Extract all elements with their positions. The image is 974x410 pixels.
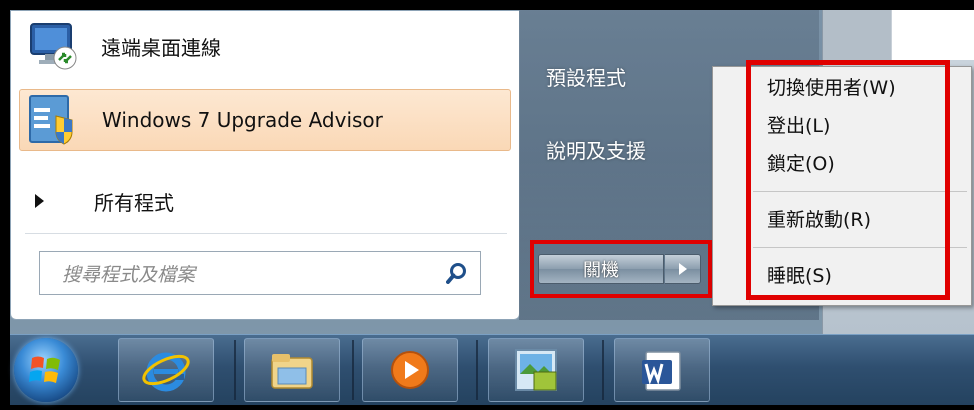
remote-desktop-icon: [27, 20, 79, 72]
start-button[interactable]: [14, 338, 78, 402]
taskbar-separator: [602, 340, 604, 400]
taskbar-internet-explorer[interactable]: [118, 338, 214, 402]
word-icon: [642, 351, 681, 391]
shutdown-highlight-box: [530, 240, 712, 298]
search-input[interactable]: 搜尋程式及檔案: [39, 251, 481, 295]
taskbar-separator: [234, 340, 236, 400]
windows-logo-icon: [29, 356, 60, 383]
media-player-icon: [391, 351, 429, 389]
program-item-remote-desktop[interactable]: 遠端桌面連線: [19, 15, 511, 77]
background-window-content: [891, 10, 974, 61]
program-label: 遠端桌面連線: [101, 35, 221, 60]
start-menu-programs-panel: 遠端桌面連線 Windows 7 Upgrade Advisor 所有程式 搜尋…: [10, 10, 520, 320]
taskbar-separator: [352, 340, 354, 400]
photo-app-icon: [515, 349, 557, 391]
taskbar-word[interactable]: [614, 338, 710, 402]
help-support-link[interactable]: 說明及支援: [546, 135, 646, 164]
windows-explorer-icon: [271, 354, 313, 389]
search-icon[interactable]: [446, 262, 468, 284]
taskbar-separator: [476, 340, 478, 400]
upgrade-advisor-icon: [28, 94, 80, 146]
taskbar-media-player[interactable]: [362, 338, 458, 402]
program-item-upgrade-advisor[interactable]: Windows 7 Upgrade Advisor: [19, 89, 511, 151]
internet-explorer-icon: [142, 352, 190, 392]
taskbar-windows-explorer[interactable]: [244, 338, 340, 402]
program-label: Windows 7 Upgrade Advisor: [102, 108, 383, 132]
separator: [25, 233, 507, 234]
all-programs-button[interactable]: 所有程式: [29, 181, 509, 221]
submenu-highlight-box: [746, 60, 950, 300]
triangle-right-icon: [35, 194, 44, 208]
taskbar-photo-app[interactable]: [488, 338, 584, 402]
search-placeholder: 搜尋程式及檔案: [62, 263, 196, 286]
default-programs-link[interactable]: 預設程式: [546, 62, 626, 91]
all-programs-label: 所有程式: [94, 190, 174, 215]
